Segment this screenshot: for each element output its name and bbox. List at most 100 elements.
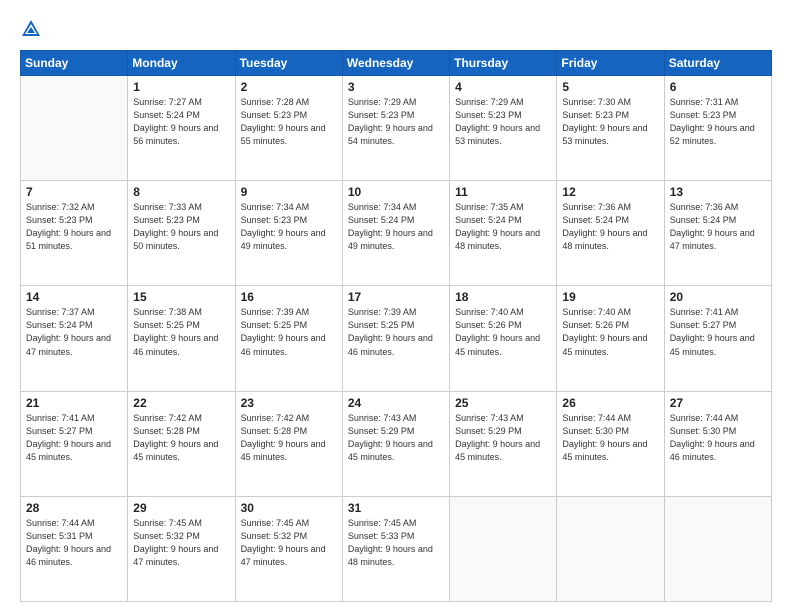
day-detail: Sunrise: 7:39 AMSunset: 5:25 PMDaylight:… <box>348 306 444 358</box>
day-detail: Sunrise: 7:43 AMSunset: 5:29 PMDaylight:… <box>348 412 444 464</box>
day-detail: Sunrise: 7:32 AMSunset: 5:23 PMDaylight:… <box>26 201 122 253</box>
day-detail: Sunrise: 7:43 AMSunset: 5:29 PMDaylight:… <box>455 412 551 464</box>
day-number: 29 <box>133 501 229 515</box>
day-number: 20 <box>670 290 766 304</box>
day-detail: Sunrise: 7:30 AMSunset: 5:23 PMDaylight:… <box>562 96 658 148</box>
day-detail: Sunrise: 7:41 AMSunset: 5:27 PMDaylight:… <box>26 412 122 464</box>
day-number: 30 <box>241 501 337 515</box>
day-detail: Sunrise: 7:36 AMSunset: 5:24 PMDaylight:… <box>670 201 766 253</box>
day-number: 13 <box>670 185 766 199</box>
calendar-header-saturday: Saturday <box>664 51 771 76</box>
day-number: 27 <box>670 396 766 410</box>
day-number: 23 <box>241 396 337 410</box>
day-number: 26 <box>562 396 658 410</box>
day-detail: Sunrise: 7:35 AMSunset: 5:24 PMDaylight:… <box>455 201 551 253</box>
calendar-cell <box>450 496 557 601</box>
logo <box>20 18 46 40</box>
calendar-cell: 4 Sunrise: 7:29 AMSunset: 5:23 PMDayligh… <box>450 76 557 181</box>
calendar-cell: 21 Sunrise: 7:41 AMSunset: 5:27 PMDaylig… <box>21 391 128 496</box>
calendar-cell <box>557 496 664 601</box>
calendar-header-monday: Monday <box>128 51 235 76</box>
day-number: 14 <box>26 290 122 304</box>
day-number: 5 <box>562 80 658 94</box>
day-detail: Sunrise: 7:39 AMSunset: 5:25 PMDaylight:… <box>241 306 337 358</box>
day-detail: Sunrise: 7:27 AMSunset: 5:24 PMDaylight:… <box>133 96 229 148</box>
day-number: 17 <box>348 290 444 304</box>
calendar-cell: 9 Sunrise: 7:34 AMSunset: 5:23 PMDayligh… <box>235 181 342 286</box>
calendar-cell: 15 Sunrise: 7:38 AMSunset: 5:25 PMDaylig… <box>128 286 235 391</box>
calendar-week-3: 21 Sunrise: 7:41 AMSunset: 5:27 PMDaylig… <box>21 391 772 496</box>
calendar-cell: 22 Sunrise: 7:42 AMSunset: 5:28 PMDaylig… <box>128 391 235 496</box>
day-number: 12 <box>562 185 658 199</box>
calendar-cell: 17 Sunrise: 7:39 AMSunset: 5:25 PMDaylig… <box>342 286 449 391</box>
day-number: 24 <box>348 396 444 410</box>
calendar-cell: 30 Sunrise: 7:45 AMSunset: 5:32 PMDaylig… <box>235 496 342 601</box>
calendar-week-0: 1 Sunrise: 7:27 AMSunset: 5:24 PMDayligh… <box>21 76 772 181</box>
day-number: 10 <box>348 185 444 199</box>
day-detail: Sunrise: 7:41 AMSunset: 5:27 PMDaylight:… <box>670 306 766 358</box>
calendar-header-friday: Friday <box>557 51 664 76</box>
calendar-cell: 19 Sunrise: 7:40 AMSunset: 5:26 PMDaylig… <box>557 286 664 391</box>
day-number: 7 <box>26 185 122 199</box>
calendar-week-2: 14 Sunrise: 7:37 AMSunset: 5:24 PMDaylig… <box>21 286 772 391</box>
calendar-header-sunday: Sunday <box>21 51 128 76</box>
day-number: 9 <box>241 185 337 199</box>
calendar-cell: 25 Sunrise: 7:43 AMSunset: 5:29 PMDaylig… <box>450 391 557 496</box>
day-detail: Sunrise: 7:34 AMSunset: 5:24 PMDaylight:… <box>348 201 444 253</box>
day-number: 3 <box>348 80 444 94</box>
day-detail: Sunrise: 7:42 AMSunset: 5:28 PMDaylight:… <box>241 412 337 464</box>
calendar-cell: 14 Sunrise: 7:37 AMSunset: 5:24 PMDaylig… <box>21 286 128 391</box>
day-number: 6 <box>670 80 766 94</box>
day-detail: Sunrise: 7:45 AMSunset: 5:33 PMDaylight:… <box>348 517 444 569</box>
calendar-cell: 23 Sunrise: 7:42 AMSunset: 5:28 PMDaylig… <box>235 391 342 496</box>
calendar-cell <box>664 496 771 601</box>
day-detail: Sunrise: 7:40 AMSunset: 5:26 PMDaylight:… <box>455 306 551 358</box>
day-detail: Sunrise: 7:34 AMSunset: 5:23 PMDaylight:… <box>241 201 337 253</box>
calendar-cell: 31 Sunrise: 7:45 AMSunset: 5:33 PMDaylig… <box>342 496 449 601</box>
calendar-cell: 10 Sunrise: 7:34 AMSunset: 5:24 PMDaylig… <box>342 181 449 286</box>
calendar-cell: 27 Sunrise: 7:44 AMSunset: 5:30 PMDaylig… <box>664 391 771 496</box>
day-number: 31 <box>348 501 444 515</box>
day-detail: Sunrise: 7:29 AMSunset: 5:23 PMDaylight:… <box>455 96 551 148</box>
calendar-cell: 13 Sunrise: 7:36 AMSunset: 5:24 PMDaylig… <box>664 181 771 286</box>
day-number: 21 <box>26 396 122 410</box>
day-detail: Sunrise: 7:38 AMSunset: 5:25 PMDaylight:… <box>133 306 229 358</box>
calendar-cell: 28 Sunrise: 7:44 AMSunset: 5:31 PMDaylig… <box>21 496 128 601</box>
day-detail: Sunrise: 7:44 AMSunset: 5:30 PMDaylight:… <box>562 412 658 464</box>
calendar-cell: 11 Sunrise: 7:35 AMSunset: 5:24 PMDaylig… <box>450 181 557 286</box>
page: SundayMondayTuesdayWednesdayThursdayFrid… <box>0 0 792 612</box>
calendar-header-row: SundayMondayTuesdayWednesdayThursdayFrid… <box>21 51 772 76</box>
day-detail: Sunrise: 7:45 AMSunset: 5:32 PMDaylight:… <box>133 517 229 569</box>
calendar-cell <box>21 76 128 181</box>
calendar-table: SundayMondayTuesdayWednesdayThursdayFrid… <box>20 50 772 602</box>
calendar-cell: 2 Sunrise: 7:28 AMSunset: 5:23 PMDayligh… <box>235 76 342 181</box>
day-number: 8 <box>133 185 229 199</box>
calendar-header-thursday: Thursday <box>450 51 557 76</box>
calendar-cell: 5 Sunrise: 7:30 AMSunset: 5:23 PMDayligh… <box>557 76 664 181</box>
calendar-week-4: 28 Sunrise: 7:44 AMSunset: 5:31 PMDaylig… <box>21 496 772 601</box>
day-detail: Sunrise: 7:37 AMSunset: 5:24 PMDaylight:… <box>26 306 122 358</box>
day-detail: Sunrise: 7:42 AMSunset: 5:28 PMDaylight:… <box>133 412 229 464</box>
calendar-cell: 7 Sunrise: 7:32 AMSunset: 5:23 PMDayligh… <box>21 181 128 286</box>
day-number: 11 <box>455 185 551 199</box>
day-number: 4 <box>455 80 551 94</box>
day-number: 28 <box>26 501 122 515</box>
day-detail: Sunrise: 7:28 AMSunset: 5:23 PMDaylight:… <box>241 96 337 148</box>
calendar-header-wednesday: Wednesday <box>342 51 449 76</box>
calendar-cell: 20 Sunrise: 7:41 AMSunset: 5:27 PMDaylig… <box>664 286 771 391</box>
day-detail: Sunrise: 7:31 AMSunset: 5:23 PMDaylight:… <box>670 96 766 148</box>
day-number: 22 <box>133 396 229 410</box>
day-detail: Sunrise: 7:33 AMSunset: 5:23 PMDaylight:… <box>133 201 229 253</box>
day-number: 16 <box>241 290 337 304</box>
day-detail: Sunrise: 7:44 AMSunset: 5:30 PMDaylight:… <box>670 412 766 464</box>
calendar-header-tuesday: Tuesday <box>235 51 342 76</box>
logo-icon <box>20 18 42 40</box>
day-number: 1 <box>133 80 229 94</box>
day-detail: Sunrise: 7:40 AMSunset: 5:26 PMDaylight:… <box>562 306 658 358</box>
calendar-cell: 16 Sunrise: 7:39 AMSunset: 5:25 PMDaylig… <box>235 286 342 391</box>
calendar-week-1: 7 Sunrise: 7:32 AMSunset: 5:23 PMDayligh… <box>21 181 772 286</box>
calendar-cell: 18 Sunrise: 7:40 AMSunset: 5:26 PMDaylig… <box>450 286 557 391</box>
day-number: 18 <box>455 290 551 304</box>
day-detail: Sunrise: 7:44 AMSunset: 5:31 PMDaylight:… <box>26 517 122 569</box>
calendar-cell: 12 Sunrise: 7:36 AMSunset: 5:24 PMDaylig… <box>557 181 664 286</box>
